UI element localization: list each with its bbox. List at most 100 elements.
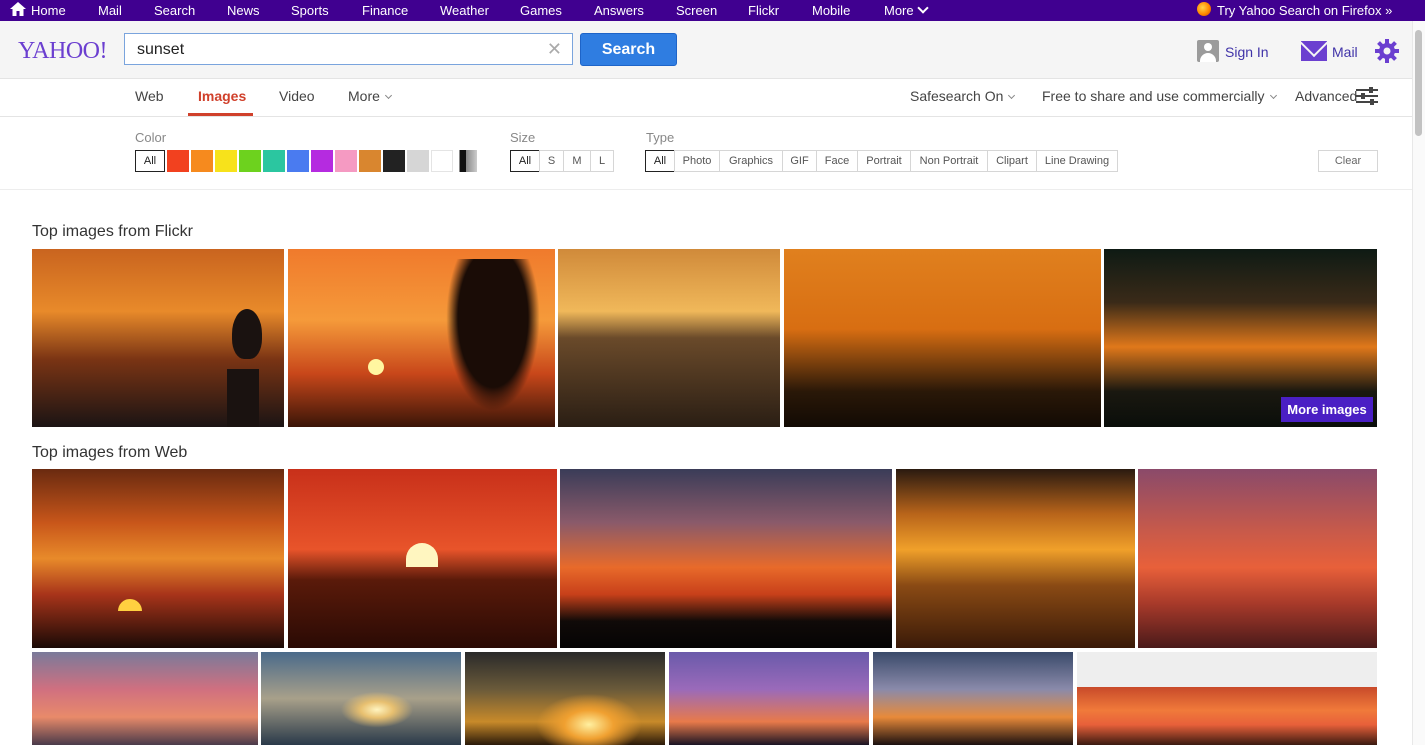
color-swatch-brown[interactable] bbox=[359, 150, 381, 172]
search-vertical-tabs: Web Images Video More Safesearch On Free… bbox=[0, 79, 1412, 117]
tab-images[interactable]: Images bbox=[198, 88, 246, 104]
color-filter-label: Color bbox=[135, 130, 167, 145]
image-thumbnail[interactable] bbox=[896, 469, 1135, 648]
sign-in-link[interactable]: Sign In bbox=[1225, 44, 1269, 60]
home-icon[interactable] bbox=[10, 2, 26, 16]
chevron-down-icon bbox=[916, 2, 929, 14]
type-non-portrait-chip[interactable]: Non Portrait bbox=[910, 150, 988, 172]
image-thumbnail[interactable] bbox=[558, 249, 780, 427]
search-button[interactable]: Search bbox=[580, 33, 677, 66]
chevron-down-icon bbox=[384, 91, 392, 100]
topnav-mobile[interactable]: Mobile bbox=[812, 3, 850, 18]
type-filter-label: Type bbox=[646, 130, 675, 145]
web-section-title: Top images from Web bbox=[32, 444, 188, 461]
image-thumbnail[interactable] bbox=[1138, 469, 1377, 648]
yahoo-logo[interactable]: YAHOO! bbox=[18, 38, 108, 65]
license-dropdown[interactable]: Free to share and use commercially bbox=[1042, 88, 1277, 104]
image-thumbnail[interactable] bbox=[1077, 687, 1377, 745]
size-large-chip[interactable]: L bbox=[590, 150, 614, 172]
topnav-sports[interactable]: Sports bbox=[291, 3, 329, 18]
topnav-more-label: More bbox=[884, 3, 914, 18]
advanced-link[interactable]: Advanced bbox=[1295, 88, 1357, 104]
image-thumbnail[interactable] bbox=[32, 469, 284, 648]
type-clipart-chip[interactable]: Clipart bbox=[987, 150, 1037, 172]
image-thumbnail[interactable] bbox=[32, 652, 258, 745]
clear-search-icon[interactable]: ✕ bbox=[547, 39, 562, 59]
type-graphics-chip[interactable]: Graphics bbox=[719, 150, 783, 172]
image-thumbnail[interactable] bbox=[560, 469, 892, 648]
type-gif-chip[interactable]: GIF bbox=[782, 150, 817, 172]
color-swatch-gray[interactable] bbox=[407, 150, 429, 172]
safesearch-label: Safesearch On bbox=[910, 88, 1004, 104]
tree-silhouette bbox=[438, 259, 548, 427]
type-face-chip[interactable]: Face bbox=[816, 150, 858, 172]
image-thumbnail[interactable] bbox=[669, 652, 869, 745]
user-icon[interactable] bbox=[1197, 40, 1219, 62]
clear-filters-button[interactable]: Clear bbox=[1318, 150, 1378, 172]
color-swatch-orange[interactable] bbox=[191, 150, 213, 172]
type-portrait-chip[interactable]: Portrait bbox=[857, 150, 911, 172]
image-placeholder bbox=[1077, 652, 1377, 687]
image-thumbnail[interactable] bbox=[261, 652, 461, 745]
size-small-chip[interactable]: S bbox=[539, 150, 564, 172]
color-swatch-bw[interactable] bbox=[455, 150, 477, 172]
color-swatch-teal[interactable] bbox=[263, 150, 285, 172]
active-tab-indicator bbox=[188, 113, 253, 116]
type-all-chip[interactable]: All bbox=[645, 150, 675, 172]
search-box[interactable]: ✕ bbox=[124, 33, 573, 66]
gear-icon[interactable] bbox=[1375, 39, 1399, 63]
topnav-flickr[interactable]: Flickr bbox=[748, 3, 779, 18]
topnav-news[interactable]: News bbox=[227, 3, 260, 18]
topnav-games[interactable]: Games bbox=[520, 3, 562, 18]
license-label: Free to share and use commercially bbox=[1042, 88, 1265, 104]
topnav-home[interactable]: Home bbox=[31, 3, 66, 18]
tab-more[interactable]: More bbox=[348, 88, 392, 104]
mail-link[interactable]: Mail bbox=[1332, 44, 1358, 60]
type-photo-chip[interactable]: Photo bbox=[674, 150, 720, 172]
firefox-promo-link[interactable]: Try Yahoo Search on Firefox » bbox=[1217, 3, 1392, 18]
search-input[interactable] bbox=[135, 34, 539, 66]
type-line-drawing-chip[interactable]: Line Drawing bbox=[1036, 150, 1118, 172]
color-swatch-black[interactable] bbox=[383, 150, 405, 172]
more-images-button[interactable]: More images bbox=[1281, 397, 1373, 422]
size-filter-label: Size bbox=[510, 130, 536, 145]
image-thumbnail[interactable] bbox=[288, 469, 557, 648]
color-all-chip[interactable]: All bbox=[135, 150, 165, 172]
sun bbox=[118, 599, 142, 611]
search-header: YAHOO! ✕ Search Sign In Mail bbox=[0, 21, 1412, 79]
topnav-search[interactable]: Search bbox=[154, 3, 195, 18]
image-thumbnail[interactable] bbox=[465, 652, 665, 745]
image-thumbnail[interactable] bbox=[873, 652, 1073, 745]
sun bbox=[368, 359, 384, 375]
safesearch-dropdown[interactable]: Safesearch On bbox=[910, 88, 1016, 104]
tab-web[interactable]: Web bbox=[135, 88, 164, 104]
color-swatch-purple[interactable] bbox=[311, 150, 333, 172]
image-thumbnail[interactable] bbox=[32, 249, 284, 427]
chevron-down-icon bbox=[1269, 91, 1277, 100]
color-swatch-yellow[interactable] bbox=[215, 150, 237, 172]
topnav-mail[interactable]: Mail bbox=[98, 3, 122, 18]
color-swatch-blue[interactable] bbox=[287, 150, 309, 172]
topnav-more[interactable]: More bbox=[884, 2, 929, 18]
color-swatch-green[interactable] bbox=[239, 150, 261, 172]
topnav-finance[interactable]: Finance bbox=[362, 3, 408, 18]
chevron-down-icon bbox=[1008, 91, 1016, 100]
image-thumbnail[interactable] bbox=[288, 249, 555, 427]
vertical-scrollbar-thumb[interactable] bbox=[1415, 30, 1422, 136]
size-all-chip[interactable]: All bbox=[510, 150, 540, 172]
sun bbox=[406, 543, 438, 567]
topnav-weather[interactable]: Weather bbox=[440, 3, 489, 18]
pelican-silhouette bbox=[232, 309, 262, 359]
color-swatch-white[interactable] bbox=[431, 150, 453, 172]
color-swatch-red[interactable] bbox=[167, 150, 189, 172]
topnav-answers[interactable]: Answers bbox=[594, 3, 644, 18]
flickr-section-title: Top images from Flickr bbox=[32, 223, 193, 240]
image-filters: Color All Size All S M L Type All Photo … bbox=[0, 117, 1412, 190]
size-medium-chip[interactable]: M bbox=[563, 150, 591, 172]
mail-icon[interactable] bbox=[1301, 41, 1327, 61]
image-thumbnail[interactable] bbox=[784, 249, 1101, 427]
tab-video[interactable]: Video bbox=[279, 88, 315, 104]
topnav-screen[interactable]: Screen bbox=[676, 3, 717, 18]
color-swatch-pink[interactable] bbox=[335, 150, 357, 172]
sliders-icon[interactable] bbox=[1356, 87, 1378, 105]
